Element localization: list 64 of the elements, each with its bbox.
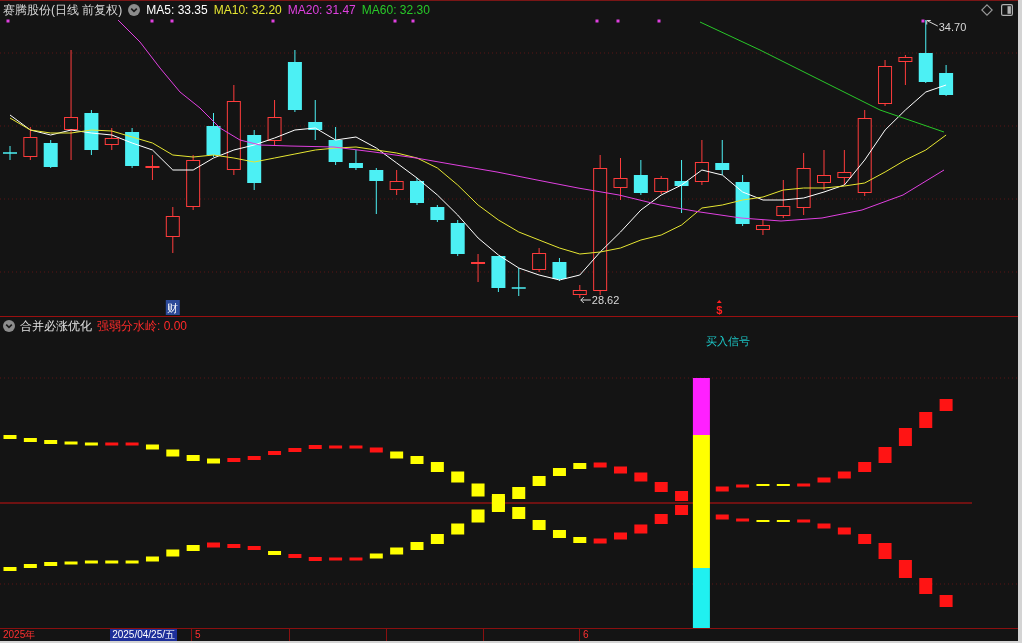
candlestick	[471, 253, 486, 283]
moving-average-readout: MA10: 32.20	[213, 4, 282, 16]
candlestick	[735, 174, 750, 227]
candlestick	[23, 126, 38, 161]
moving-average-readout: MA5: 33.35	[146, 4, 208, 16]
moving-average-readout: MA20: 31.47	[287, 4, 356, 16]
candlestick	[837, 149, 852, 186]
candlestick	[532, 247, 547, 273]
candlestick	[450, 219, 465, 257]
year-label: 2025年	[3, 630, 36, 640]
candlestick	[389, 169, 404, 196]
candlestick	[145, 154, 160, 181]
axis-tick-label: 5	[195, 630, 201, 640]
candlestick	[552, 257, 567, 282]
candlestick	[796, 152, 811, 216]
candlestick	[878, 59, 893, 107]
dropdown-icon[interactable]	[3, 319, 15, 332]
candlestick	[694, 139, 709, 186]
candlestick	[43, 139, 58, 169]
diamond-icon[interactable]	[981, 4, 993, 16]
price-label: 34.70	[938, 21, 967, 33]
candlestick	[186, 154, 201, 211]
chart-title: 赛腾股份(日线 前复权)	[3, 4, 123, 16]
candlestick	[898, 54, 913, 86]
candlestick	[84, 109, 99, 156]
candlestick	[817, 149, 831, 191]
candlestick	[348, 149, 363, 171]
candlestick	[206, 112, 221, 158]
candlestick	[308, 99, 323, 141]
axis-tick-label: 6	[583, 630, 589, 640]
candlestick	[287, 49, 302, 113]
candlestick	[104, 127, 119, 151]
date-cursor-label: 2025/04/25/五	[110, 629, 177, 641]
candlestick	[410, 177, 424, 206]
candlestick	[633, 159, 648, 196]
event-marker[interactable]: 财	[165, 300, 180, 315]
candlestick	[328, 126, 343, 166]
leader-arrow	[580, 296, 592, 304]
dropdown-icon[interactable]	[128, 4, 141, 16]
candlestick	[125, 127, 140, 169]
signal-label: 买入信号	[705, 335, 750, 347]
candlestick	[267, 99, 282, 146]
candlestick	[572, 284, 587, 299]
candlestick	[654, 175, 669, 195]
panel-toggle-icon[interactable]	[1001, 4, 1013, 16]
indicator-readout: 强弱分水岭: 0.00	[97, 319, 188, 332]
candlestick	[491, 255, 506, 293]
candlestick	[2, 145, 18, 161]
candlestick	[674, 159, 689, 214]
candlestick	[511, 267, 527, 297]
indicator-title: 合并必涨优化	[20, 319, 92, 332]
candlestick	[165, 206, 180, 254]
candlestick	[369, 167, 384, 215]
candlestick	[247, 129, 262, 191]
moving-average-readout: MA60: 32.30	[361, 4, 430, 16]
price-label: 28.62	[591, 294, 620, 306]
candlestick	[715, 139, 730, 176]
candlestick	[939, 64, 954, 97]
candlestick	[613, 157, 628, 201]
candlestick	[776, 179, 791, 219]
candlestick	[918, 19, 933, 84]
leader-arrow	[926, 20, 939, 27]
candlestick	[755, 219, 770, 236]
candlestick	[430, 204, 445, 223]
